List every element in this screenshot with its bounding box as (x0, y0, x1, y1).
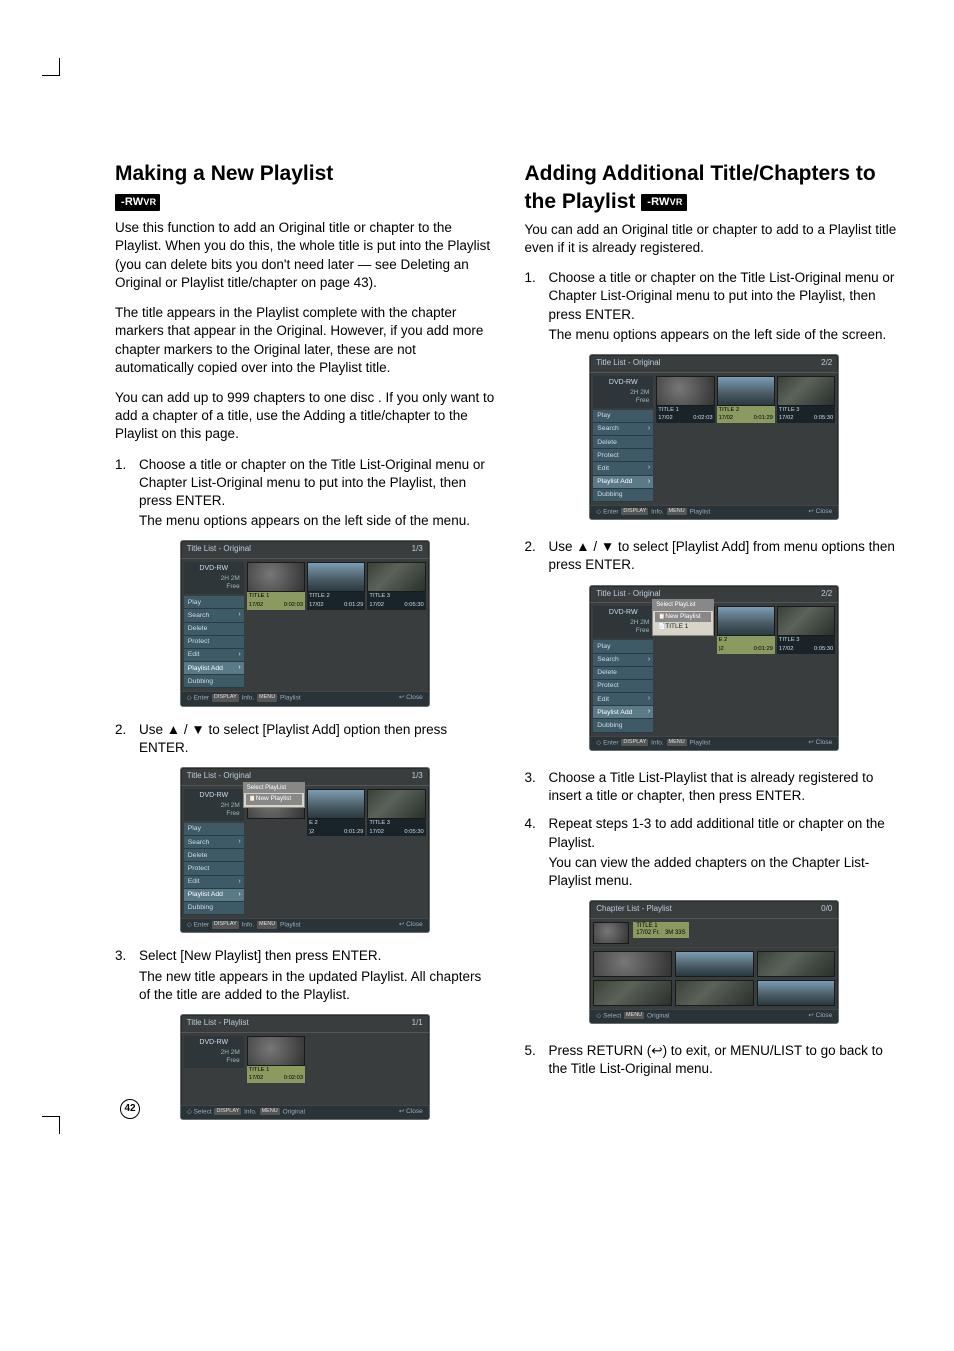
popup-select-playlist-2[interactable]: Select PlayList 📋New Playlist 📄TITLE 1 (652, 599, 714, 636)
thumb-title-3[interactable]: TITLE 3 17/020:05:30 (367, 562, 425, 688)
menu-search[interactable]: Search (184, 609, 244, 622)
thumb-title-1[interactable]: TITLE 1 17/020:02:03 (247, 562, 305, 688)
crop-mark-bl (42, 1116, 60, 1134)
page-number: 42 (120, 1099, 140, 1119)
right-step-5: Press RETURN (↩) to exit, or MENU/LIST t… (525, 1042, 905, 1078)
screenshot-r-popup: Title List - Original 2/2 DVD-RW 2H 2M F… (589, 585, 839, 751)
right-para-1: You can add an Original title or chapter… (525, 221, 905, 257)
screenshot-title-list-original-1: Title List - Original 1/3 DVD-RW 2H 2M F… (180, 540, 430, 706)
screenshot-r-title-list-original: Title List - Original 2/2 DVD-RW 2H 2M F… (589, 354, 839, 520)
screenshot-chapter-list-playlist: Chapter List - Playlist 0/0 TITLE 1 17/0… (589, 900, 839, 1024)
left-para-1: Use this function to add an Original tit… (115, 219, 495, 292)
badge-rwvr-right: -RWVR (641, 194, 686, 211)
right-step-2: Use ▲ / ▼ to select [Playlist Add] from … (525, 538, 905, 574)
popup-select-playlist[interactable]: Select PlayList 📋New Playlist (243, 782, 305, 808)
right-step-3: Choose a Title List-Playlist that is alr… (525, 769, 905, 805)
thumb-title-2[interactable]: TITLE 2 17/020:01:29 (307, 562, 365, 688)
right-step-1: Choose a title or chapter on the Title L… (525, 269, 905, 344)
menu-play[interactable]: Play (184, 596, 244, 609)
left-step-2: Use ▲ / ▼ to select [Playlist Add] optio… (115, 721, 495, 757)
right-section-title: Adding Additional Title/Chapters to the … (525, 160, 905, 217)
left-step-1: Choose a title or chapter on the Title L… (115, 456, 495, 531)
menu-dubbing[interactable]: Dubbing (184, 675, 244, 688)
screenshot-select-playlist-popup: Title List - Original 1/3 DVD-RW 2H 2M F… (180, 767, 430, 933)
right-step-4: Repeat steps 1-3 to add additional title… (525, 815, 905, 890)
right-column: Adding Additional Title/Chapters to the … (525, 160, 905, 1134)
screenshot-title-list-playlist: Title List - Playlist 1/1 DVD-RW 2H 2M F… (180, 1014, 430, 1120)
left-section-title: Making a New Playlist (115, 160, 495, 188)
left-para-2: The title appears in the Playlist comple… (115, 304, 495, 377)
crop-mark-tl (42, 58, 60, 76)
menu-delete[interactable]: Delete (184, 623, 244, 636)
menu-protect[interactable]: Protect (184, 636, 244, 649)
left-step-3: Select [New Playlist] then press ENTER. … (115, 947, 495, 1004)
menu-playlist-add[interactable]: Playlist Add (184, 662, 244, 675)
thumb-title-1-playlist[interactable]: TITLE 1 17/020:02:03 (247, 1036, 305, 1102)
badge-rwvr-left: -RWVR (115, 194, 160, 211)
left-para-3: You can add up to 999 chapters to one di… (115, 389, 495, 444)
two-column-layout: Making a New Playlist -RWVR Use this fun… (115, 160, 904, 1134)
left-column: Making a New Playlist -RWVR Use this fun… (115, 160, 495, 1134)
menu-edit[interactable]: Edit (184, 649, 244, 662)
